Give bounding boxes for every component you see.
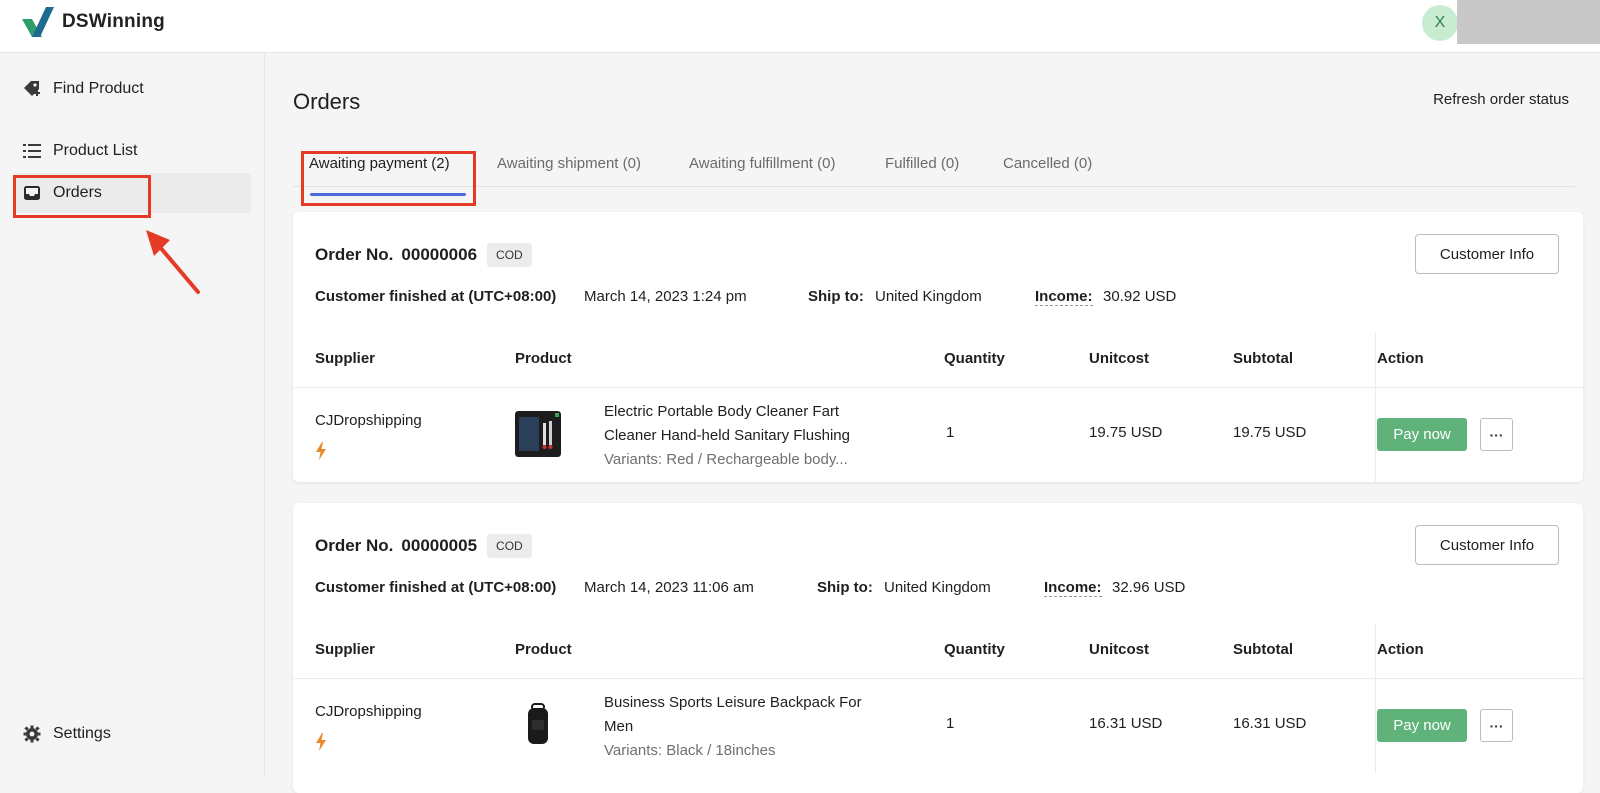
customer-info-button[interactable]: Customer Info xyxy=(1415,234,1559,274)
income-label[interactable]: Income: xyxy=(1035,288,1093,306)
sidebar-item-settings[interactable]: Settings xyxy=(13,714,251,754)
product-name-line2[interactable]: Cleaner Hand-held Sanitary Flushing xyxy=(604,424,904,448)
sidebar-item-label: Find Product xyxy=(53,80,144,97)
table-row: CJDropshipping Electric Portable Body Cl… xyxy=(293,388,1583,480)
pay-now-button[interactable]: Pay now xyxy=(1377,709,1467,742)
annotation-arrow-icon xyxy=(146,230,200,294)
col-subtotal: Subtotal xyxy=(1233,641,1293,658)
product-variants: Variants: Black / 18inches xyxy=(604,742,776,759)
payment-method-badge: COD xyxy=(487,534,532,558)
logo[interactable]: DSWinning xyxy=(20,5,165,39)
product-thumbnail[interactable] xyxy=(515,411,561,457)
col-unitcost: Unitcost xyxy=(1089,641,1149,658)
order-card: Order No. 00000005 COD Customer Info Cus… xyxy=(293,503,1583,793)
more-options-button[interactable]: ··· xyxy=(1480,709,1513,742)
ship-to-value: United Kingdom xyxy=(875,288,982,305)
orders-highlight-box xyxy=(13,175,151,218)
table-header: Supplier Product Quantity Unitcost Subto… xyxy=(293,623,1583,679)
sidebar-item-label: Settings xyxy=(53,725,111,742)
col-unitcost: Unitcost xyxy=(1089,350,1149,367)
tag-plus-icon xyxy=(23,80,41,98)
income-label[interactable]: Income: xyxy=(1044,579,1102,597)
order-number: Order No. 00000006 COD xyxy=(315,243,532,267)
app-name: DSWinning xyxy=(62,11,165,32)
logo-check-icon xyxy=(22,7,54,37)
main-content: Orders Refresh order status Awaiting pay… xyxy=(266,53,1600,793)
income-value: 32.96 USD xyxy=(1112,579,1186,596)
tab-awaiting-shipment[interactable]: Awaiting shipment (0) xyxy=(497,155,641,172)
table-row: CJDropshipping Business Sports Leisure B… xyxy=(293,679,1583,771)
unitcost-value: 19.75 USD xyxy=(1089,424,1163,441)
order-no-value: 00000006 xyxy=(401,245,478,264)
income-value: 30.92 USD xyxy=(1103,288,1177,305)
col-action: Action xyxy=(1377,641,1424,658)
user-avatar[interactable]: X xyxy=(1422,5,1458,41)
subtotal-value: 16.31 USD xyxy=(1233,715,1307,732)
finished-at-value: March 14, 2023 1:24 pm xyxy=(584,288,747,305)
col-subtotal: Subtotal xyxy=(1233,350,1293,367)
unitcost-value: 16.31 USD xyxy=(1089,715,1163,732)
tab-fulfilled[interactable]: Fulfilled (0) xyxy=(885,155,959,172)
order-card: Order No. 00000006 COD Customer Info Cus… xyxy=(293,212,1583,482)
table-header: Supplier Product Quantity Unitcost Subto… xyxy=(293,332,1583,388)
col-product: Product xyxy=(515,350,572,367)
col-action: Action xyxy=(1377,350,1424,367)
order-number: Order No. 00000005 COD xyxy=(315,534,532,558)
sidebar-item-product-list[interactable]: Product List xyxy=(13,131,251,171)
tab-cancelled[interactable]: Cancelled (0) xyxy=(1003,155,1092,172)
gear-icon xyxy=(23,725,41,743)
product-thumbnail[interactable] xyxy=(515,702,561,748)
product-name-line1[interactable]: Electric Portable Body Cleaner Fart xyxy=(604,400,904,424)
col-quantity: Quantity xyxy=(944,641,1005,658)
order-no-label: Order No. xyxy=(315,536,394,555)
product-name-line2[interactable]: Men xyxy=(604,715,904,739)
ship-to-label: Ship to: xyxy=(817,579,873,596)
quantity-value: 1 xyxy=(946,424,955,441)
finished-at-label: Customer finished at (UTC+08:00) xyxy=(315,288,557,305)
pay-now-button[interactable]: Pay now xyxy=(1377,418,1467,451)
supplier-name[interactable]: CJDropshipping xyxy=(315,703,422,720)
product-info: Electric Portable Body Cleaner Fart Clea… xyxy=(604,400,904,472)
list-icon xyxy=(23,142,41,160)
quantity-value: 1 xyxy=(946,715,955,732)
order-no-value: 00000005 xyxy=(401,536,478,555)
page-title: Orders xyxy=(293,89,361,114)
product-variants: Variants: Red / Rechargeable body... xyxy=(604,451,848,468)
sidebar-item-find-product[interactable]: Find Product xyxy=(13,69,251,109)
subtotal-value: 19.75 USD xyxy=(1233,424,1307,441)
more-options-button[interactable]: ··· xyxy=(1480,418,1513,451)
finished-at-label: Customer finished at (UTC+08:00) xyxy=(315,579,557,596)
payment-method-badge: COD xyxy=(487,243,532,267)
customer-info-button[interactable]: Customer Info xyxy=(1415,525,1559,565)
col-supplier: Supplier xyxy=(315,350,376,367)
product-info: Business Sports Leisure Backpack For Men… xyxy=(604,691,904,763)
user-name-redacted[interactable] xyxy=(1457,0,1600,44)
top-bar: DSWinning X xyxy=(0,0,1600,53)
tab-highlight-box xyxy=(301,151,476,206)
order-no-label: Order No. xyxy=(315,245,394,264)
supplier-name[interactable]: CJDropshipping xyxy=(315,412,422,429)
col-product: Product xyxy=(515,641,572,658)
order-status-tabs: Awaiting payment (2) Awaiting shipment (… xyxy=(293,145,1575,187)
product-name-line1[interactable]: Business Sports Leisure Backpack For xyxy=(604,691,904,715)
tab-awaiting-fulfillment[interactable]: Awaiting fulfillment (0) xyxy=(689,155,835,172)
col-supplier: Supplier xyxy=(315,641,376,658)
lightning-icon xyxy=(316,733,326,751)
lightning-icon xyxy=(316,442,326,460)
ship-to-label: Ship to: xyxy=(808,288,864,305)
sidebar-item-label: Product List xyxy=(53,142,138,159)
finished-at-value: March 14, 2023 11:06 am xyxy=(584,579,754,596)
sidebar: Find Product Product List Orders Setting… xyxy=(0,53,265,777)
ship-to-value: United Kingdom xyxy=(884,579,991,596)
refresh-order-status-button[interactable]: Refresh order status xyxy=(1433,91,1569,108)
col-quantity: Quantity xyxy=(944,350,1005,367)
